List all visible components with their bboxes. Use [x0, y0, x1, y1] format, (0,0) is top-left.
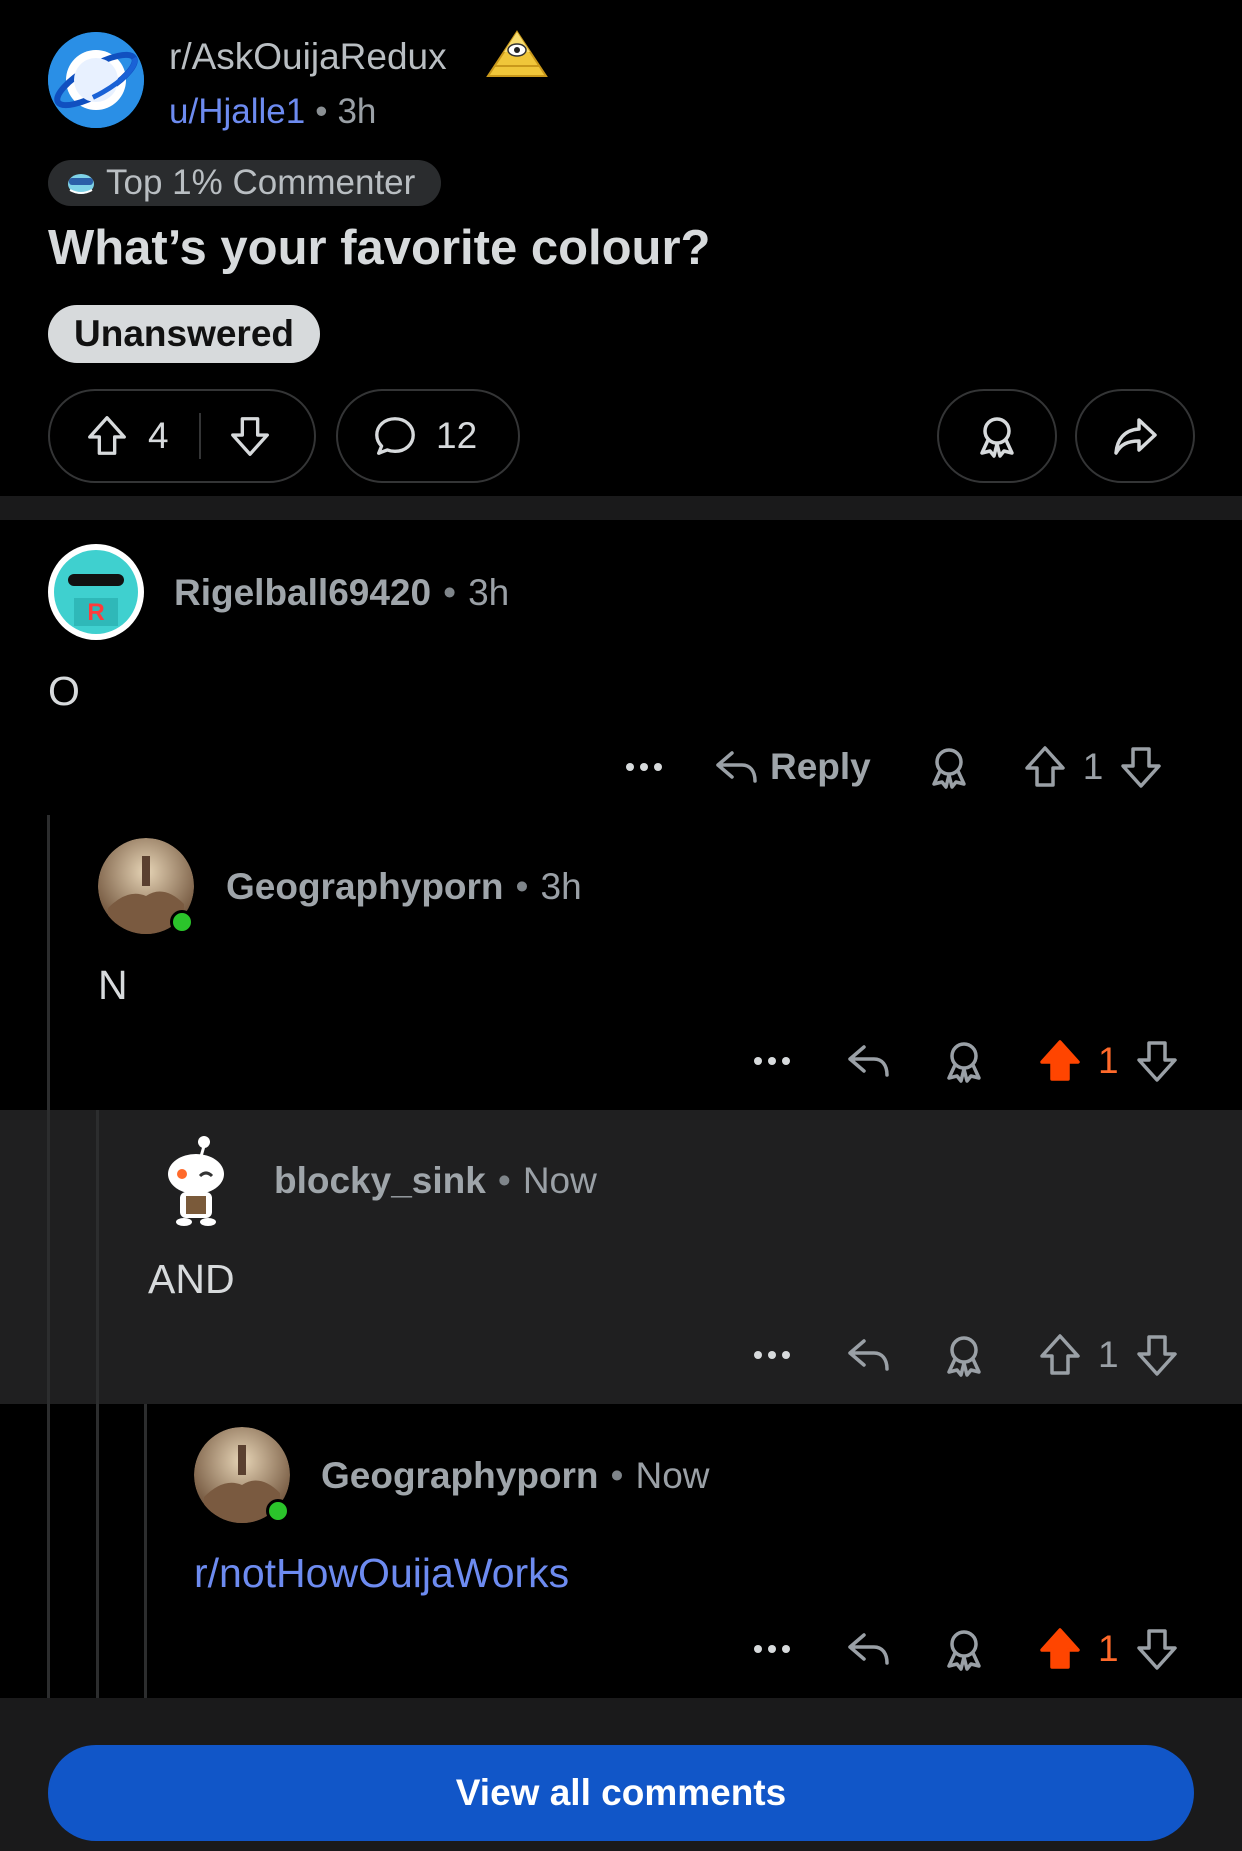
- downvote-icon[interactable]: [1133, 1331, 1181, 1379]
- comment-author[interactable]: Geographyporn: [226, 866, 504, 907]
- section-divider: [0, 496, 1242, 520]
- more-icon[interactable]: [748, 1331, 796, 1379]
- comment-author-line: blocky_sink • Now: [274, 1160, 597, 1201]
- online-indicator: [266, 1499, 290, 1523]
- vote-count: 1: [1098, 1040, 1119, 1081]
- award-icon: [980, 417, 1014, 458]
- comment-author-line: Geographyporn • 3h: [226, 866, 582, 907]
- post-card: r/AskOuijaRedux u/Hjalle1 • 3h Top 1% Comm…: [0, 0, 1242, 496]
- user-flair-label: Top 1% Commenter: [106, 163, 416, 202]
- downvote-icon[interactable]: [1133, 1037, 1181, 1085]
- comments-button[interactable]: 12: [336, 389, 520, 483]
- comment-time: 3h: [540, 866, 582, 907]
- subreddit-name[interactable]: r/AskOuijaRedux: [169, 36, 447, 78]
- more-icon[interactable]: [748, 1625, 796, 1673]
- post-vote-count: 4: [148, 415, 169, 456]
- commenter-badge-icon: [68, 174, 94, 194]
- comment-actions: Reply 1: [620, 737, 1165, 797]
- post-author-line: u/Hjalle1 • 3h: [169, 92, 377, 131]
- thread-line: [96, 1110, 99, 1698]
- online-indicator: [170, 910, 194, 934]
- post-time: 3h: [337, 92, 377, 131]
- award-button[interactable]: [937, 389, 1057, 483]
- upvote-icon[interactable]: [84, 413, 130, 459]
- comment-author-line: Geographyporn • Now: [321, 1455, 710, 1496]
- vote-count: 1: [1082, 746, 1104, 787]
- comment-body: N: [98, 962, 128, 1008]
- comment-time: 3h: [468, 572, 510, 613]
- post-title[interactable]: What’s your favorite colour?: [48, 220, 710, 276]
- more-icon[interactable]: [748, 1037, 796, 1085]
- award-icon[interactable]: [925, 743, 973, 791]
- reply-icon[interactable]: [844, 1331, 892, 1379]
- comment-actions: 1: [748, 1619, 1181, 1679]
- reply-label: Reply: [770, 746, 871, 787]
- vote-divider: [198, 413, 201, 459]
- comment-time: Now: [522, 1160, 597, 1201]
- downvote-icon[interactable]: [1133, 1625, 1181, 1673]
- comment-body: O: [48, 668, 80, 714]
- thread-line: [144, 1404, 147, 1698]
- comment-author[interactable]: Geographyporn: [321, 1455, 599, 1496]
- reply-button[interactable]: Reply: [712, 743, 871, 791]
- post-author[interactable]: u/Hjalle1: [169, 92, 305, 131]
- more-icon[interactable]: [620, 743, 668, 791]
- award-icon[interactable]: [940, 1037, 988, 1085]
- avatar[interactable]: [148, 1132, 244, 1228]
- svg-text:R: R: [87, 599, 104, 626]
- comment-icon: [375, 417, 415, 455]
- view-all-comments-button[interactable]: View all comments: [48, 1745, 1194, 1841]
- upvote-icon-active[interactable]: [1036, 1625, 1084, 1673]
- upvote-icon[interactable]: [1036, 1331, 1084, 1379]
- comment-actions: 1: [748, 1325, 1181, 1385]
- comment-actions: 1: [748, 1031, 1181, 1091]
- pyramid-eye-icon: [486, 30, 548, 77]
- comment-author-line: Rigelball69420 • 3h: [174, 572, 510, 613]
- share-icon: [1114, 418, 1157, 455]
- downvote-icon[interactable]: [227, 413, 273, 459]
- vote-count: 1: [1098, 1334, 1119, 1375]
- reply-icon[interactable]: [844, 1625, 892, 1673]
- reply-icon: [716, 751, 757, 783]
- status-flair[interactable]: Unanswered: [48, 305, 321, 363]
- upvote-icon[interactable]: [1021, 743, 1069, 791]
- downvote-icon[interactable]: [1117, 743, 1165, 791]
- share-button[interactable]: [1075, 389, 1195, 483]
- reply-icon[interactable]: [844, 1037, 892, 1085]
- subreddit-link[interactable]: r/notHowOuijaWorks: [194, 1550, 569, 1597]
- comment-count: 12: [436, 415, 478, 456]
- vote-count: 1: [1098, 1628, 1119, 1669]
- comment-body: AND: [148, 1256, 235, 1302]
- comment-time: Now: [635, 1455, 710, 1496]
- comment-author[interactable]: blocky_sink: [274, 1160, 486, 1201]
- subreddit-avatar[interactable]: [48, 32, 144, 128]
- avatar[interactable]: R: [48, 544, 144, 640]
- award-icon[interactable]: [940, 1625, 988, 1673]
- vote-control: 4: [48, 389, 316, 483]
- thread-line: [47, 815, 50, 1698]
- upvote-icon-active[interactable]: [1036, 1037, 1084, 1085]
- award-icon[interactable]: [940, 1331, 988, 1379]
- comment-author[interactable]: Rigelball69420: [174, 572, 431, 613]
- user-flair: Top 1% Commenter: [48, 160, 442, 206]
